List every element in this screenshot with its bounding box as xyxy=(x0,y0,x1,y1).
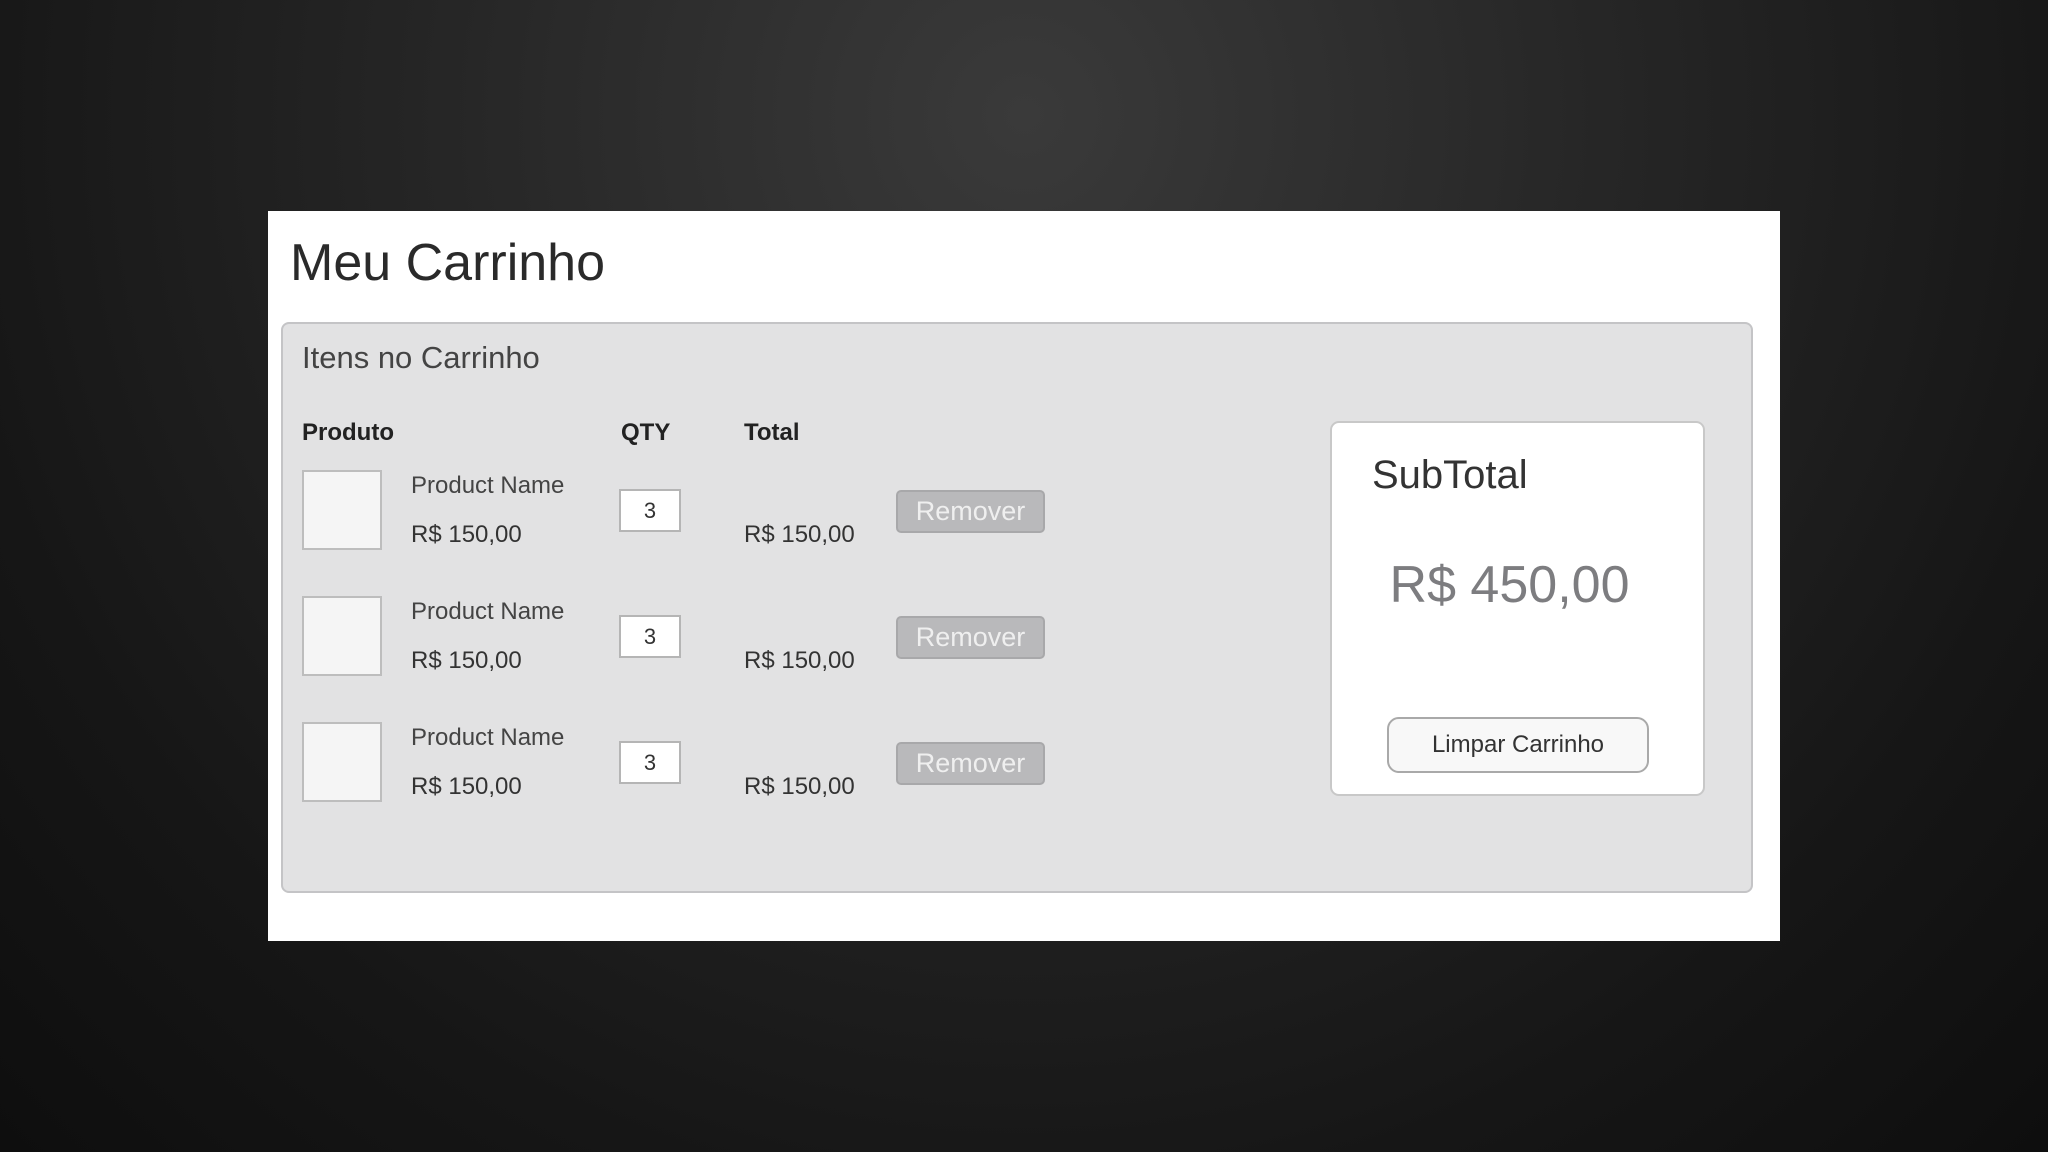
column-header-product: Produto xyxy=(302,419,394,446)
panel-heading: Itens no Carrinho xyxy=(302,340,540,375)
cart-item-row: Product Name R$ 150,00 R$ 150,00 Remover xyxy=(283,470,1283,560)
product-image xyxy=(302,722,382,802)
subtotal-title: SubTotal xyxy=(1372,453,1528,497)
cart-item-row: Product Name R$ 150,00 R$ 150,00 Remover xyxy=(283,596,1283,686)
line-total: R$ 150,00 xyxy=(744,647,855,674)
column-header-total: Total xyxy=(744,419,800,446)
quantity-input[interactable] xyxy=(619,615,681,658)
subtotal-value: R$ 450,00 xyxy=(1389,556,1630,614)
quantity-input[interactable] xyxy=(619,741,681,784)
product-price: R$ 150,00 xyxy=(411,521,522,548)
subtotal-box: SubTotal R$ 450,00 Limpar Carrinho xyxy=(1330,421,1705,796)
cart-panel: Itens no Carrinho Produto QTY Total Prod… xyxy=(281,322,1753,893)
remove-button[interactable]: Remover xyxy=(896,490,1045,533)
page-title: Meu Carrinho xyxy=(290,234,606,292)
product-name: Product Name xyxy=(411,724,565,751)
clear-cart-button[interactable]: Limpar Carrinho xyxy=(1387,717,1649,773)
product-image xyxy=(302,596,382,676)
quantity-input[interactable] xyxy=(619,489,681,532)
line-total: R$ 150,00 xyxy=(744,521,855,548)
product-price: R$ 150,00 xyxy=(411,773,522,800)
line-total: R$ 150,00 xyxy=(744,773,855,800)
product-name: Product Name xyxy=(411,472,565,499)
product-price: R$ 150,00 xyxy=(411,647,522,674)
remove-button[interactable]: Remover xyxy=(896,742,1045,785)
product-image xyxy=(302,470,382,550)
cart-card: Meu Carrinho Itens no Carrinho Produto Q… xyxy=(268,211,1780,941)
product-name: Product Name xyxy=(411,598,565,625)
cart-item-row: Product Name R$ 150,00 R$ 150,00 Remover xyxy=(283,722,1283,812)
column-header-qty: QTY xyxy=(621,419,671,446)
remove-button[interactable]: Remover xyxy=(896,616,1045,659)
